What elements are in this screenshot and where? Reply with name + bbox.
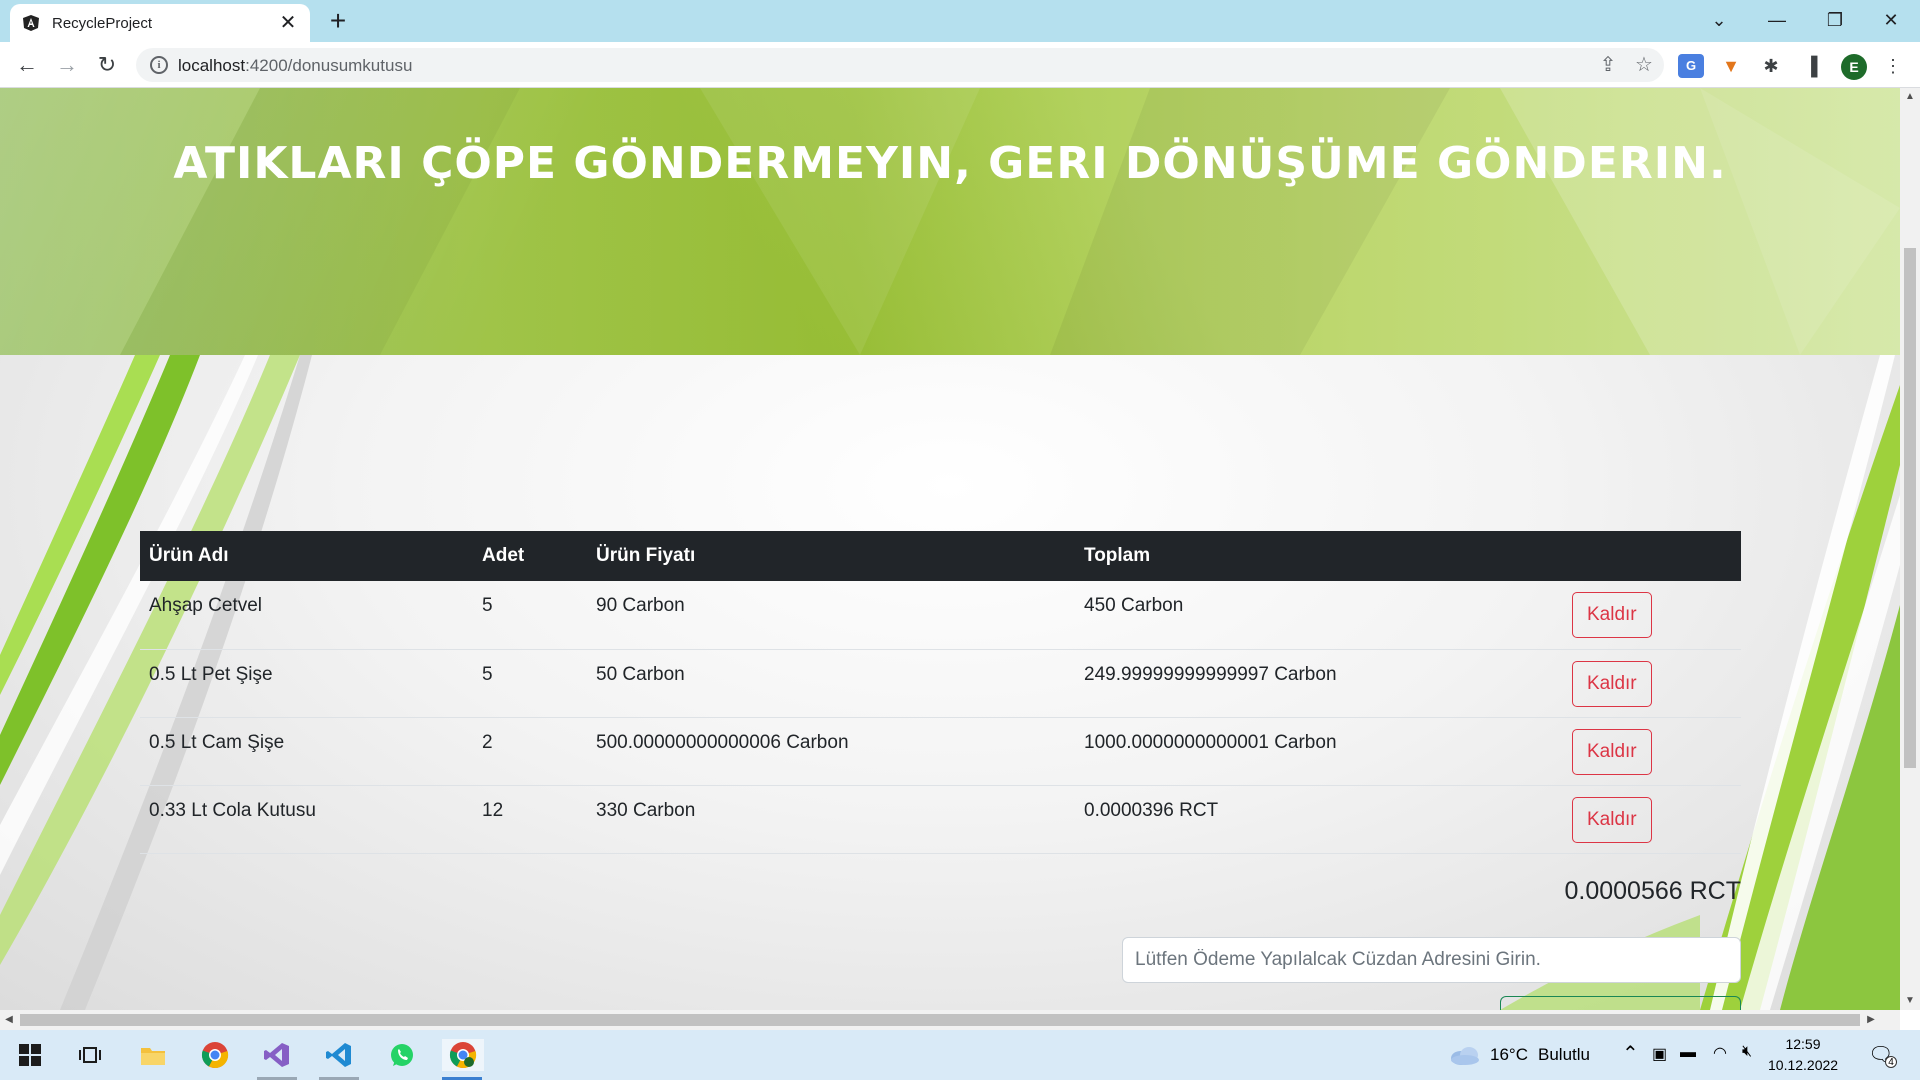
meet-now-icon[interactable]: ▣ <box>1652 1044 1667 1064</box>
browser-tab[interactable]: RecycleProject ✕ <box>10 4 310 42</box>
weather-temp[interactable]: 16°C <box>1490 1045 1528 1065</box>
product-name: 0.5 Lt Cam Şişe <box>140 717 473 786</box>
whatsapp-icon[interactable] <box>386 1039 418 1071</box>
pay-button[interactable] <box>1500 996 1741 1010</box>
reload-icon[interactable]: ↻ <box>92 50 122 80</box>
product-qty: 2 <box>473 717 587 786</box>
address-bar[interactable]: i localhost:4200/donusumkutusu ⇪ ☆ <box>136 48 1664 82</box>
cloud-icon[interactable] <box>1448 1039 1482 1071</box>
page-viewport: ATIKLARI ÇÖPE GÖNDERMEYIN, GERI DÖNÜŞÜME… <box>0 88 1900 1010</box>
table-row: 0.33 Lt Cola Kutusu 12 330 Carbon 0.0000… <box>140 785 1741 854</box>
wallet-address-input[interactable] <box>1122 937 1741 983</box>
remove-button[interactable]: Kaldır <box>1572 660 1652 707</box>
product-name: Ahşap Cetvel <box>140 581 473 650</box>
grand-total: 0.0000566 RCT <box>1564 877 1741 905</box>
scrollbar-thumb[interactable] <box>1904 248 1916 768</box>
battery-icon[interactable]: ▬ <box>1680 1044 1696 1062</box>
minimize-icon[interactable]: — <box>1748 0 1806 40</box>
scrollbar-thumb[interactable] <box>20 1014 1860 1026</box>
remove-button[interactable]: Kaldır <box>1572 592 1652 638</box>
product-total: 450 Carbon <box>1075 581 1563 650</box>
share-icon[interactable]: ⇪ <box>1596 54 1620 78</box>
puzzle-icon[interactable]: ✱ <box>1758 54 1784 78</box>
side-panel-icon[interactable]: ▐ <box>1798 54 1824 78</box>
column-header-product: Ürün Adı <box>149 545 229 566</box>
column-header-action <box>1563 531 1741 581</box>
url-text[interactable]: localhost:4200/donusumkutusu <box>178 56 412 76</box>
new-tab-button[interactable]: + <box>322 6 354 38</box>
tab-title: RecycleProject <box>52 14 153 32</box>
column-header-price: Ürün Fiyatı <box>596 545 696 566</box>
arrow-left-icon[interactable]: ← <box>12 50 42 80</box>
remove-button[interactable]: Kaldır <box>1572 728 1652 775</box>
product-qty: 5 <box>473 581 587 650</box>
cart-table: Ürün Adı Adet Ürün Fiyatı Toplam Ahşap C… <box>140 531 1741 854</box>
visual-studio-icon[interactable] <box>261 1039 293 1071</box>
chrome-icon[interactable] <box>199 1039 231 1071</box>
file-explorer-icon[interactable] <box>137 1039 169 1071</box>
avatar[interactable]: E <box>1841 54 1867 80</box>
product-name: 0.5 Lt Pet Şişe <box>140 649 473 718</box>
product-qty: 5 <box>473 649 587 718</box>
windows-taskbar: 16°C Bulutlu ⌃ ▣ ▬ ◠ 🔇︎ 12:59 10.12.2022… <box>0 1030 1920 1080</box>
hero-banner: ATIKLARI ÇÖPE GÖNDERMEYIN, GERI DÖNÜŞÜME… <box>0 88 1900 355</box>
scroll-down-icon[interactable]: ▼ <box>1900 992 1920 1010</box>
clock-date[interactable]: 10.12.2022 <box>1768 1057 1838 1073</box>
column-header-total: Toplam <box>1084 545 1151 566</box>
metamask-fox-icon[interactable]: ▼ <box>1718 54 1744 78</box>
product-qty: 12 <box>473 785 587 854</box>
chevron-up-icon[interactable]: ⌃ <box>1622 1041 1639 1066</box>
hero-polygon-pattern <box>0 88 1900 355</box>
product-name: 0.33 Lt Cola Kutusu <box>140 785 473 854</box>
remove-button[interactable]: Kaldır <box>1572 796 1652 843</box>
product-price: 500.00000000000006 Carbon <box>587 717 1075 786</box>
arrow-right-icon[interactable]: → <box>52 50 82 80</box>
product-price: 50 Carbon <box>587 649 1075 718</box>
scroll-right-icon[interactable]: ▶ <box>1862 1010 1880 1030</box>
task-view-icon[interactable] <box>74 1039 106 1071</box>
product-total: 0.0000396 RCT <box>1075 785 1563 854</box>
product-total: 249.99999999999997 Carbon <box>1075 649 1563 718</box>
vscode-icon[interactable] <box>323 1039 355 1071</box>
close-tab-icon[interactable]: ✕ <box>278 13 298 33</box>
notification-count: 4 <box>1885 1056 1897 1068</box>
page-title: ATIKLARI ÇÖPE GÖNDERMEYIN, GERI DÖNÜŞÜME… <box>173 138 1727 189</box>
table-row: 0.5 Lt Pet Şişe 5 50 Carbon 249.99999999… <box>140 649 1741 718</box>
chrome-profile-icon[interactable] <box>442 1039 484 1071</box>
column-header-qty: Adet <box>482 545 525 566</box>
windows-start-icon[interactable] <box>14 1039 46 1071</box>
table-row: 0.5 Lt Cam Şişe 2 500.00000000000006 Car… <box>140 717 1741 786</box>
weather-desc[interactable]: Bulutlu <box>1538 1045 1590 1065</box>
vertical-scrollbar[interactable]: ▲ ▼ <box>1900 88 1920 1010</box>
tab-search-icon[interactable]: ⌄ <box>1690 0 1748 40</box>
table-header-row: Ürün Adı Adet Ürün Fiyatı Toplam <box>140 531 1741 581</box>
google-translate-icon[interactable]: G <box>1678 54 1704 78</box>
browser-tab-bar: RecycleProject ✕ + ⌄ — ❐ ✕ <box>0 0 1920 42</box>
product-total: 1000.0000000000001 Carbon <box>1075 717 1563 786</box>
scroll-left-icon[interactable]: ◀ <box>0 1010 18 1030</box>
wifi-icon[interactable]: ◠ <box>1713 1043 1727 1063</box>
star-icon[interactable]: ☆ <box>1632 54 1656 78</box>
site-info-icon[interactable]: i <box>150 56 168 74</box>
speaker-muted-icon[interactable]: 🔇︎ <box>1742 1043 1752 1061</box>
product-price: 90 Carbon <box>587 581 1075 650</box>
angular-icon <box>23 15 39 31</box>
clock-time[interactable]: 12:59 <box>1768 1036 1838 1052</box>
restore-icon[interactable]: ❐ <box>1806 0 1864 40</box>
kebab-menu-icon[interactable]: ⋮ <box>1880 54 1906 78</box>
table-row: Ahşap Cetvel 5 90 Carbon 450 Carbon Kald… <box>140 581 1741 650</box>
horizontal-scrollbar[interactable]: ◀ ▶ <box>0 1010 1900 1030</box>
product-price: 330 Carbon <box>587 785 1075 854</box>
scroll-up-icon[interactable]: ▲ <box>1900 88 1920 106</box>
browser-toolbar: ← → ↻ i localhost:4200/donusumkutusu ⇪ ☆… <box>0 42 1920 88</box>
close-window-icon[interactable]: ✕ <box>1862 0 1920 40</box>
